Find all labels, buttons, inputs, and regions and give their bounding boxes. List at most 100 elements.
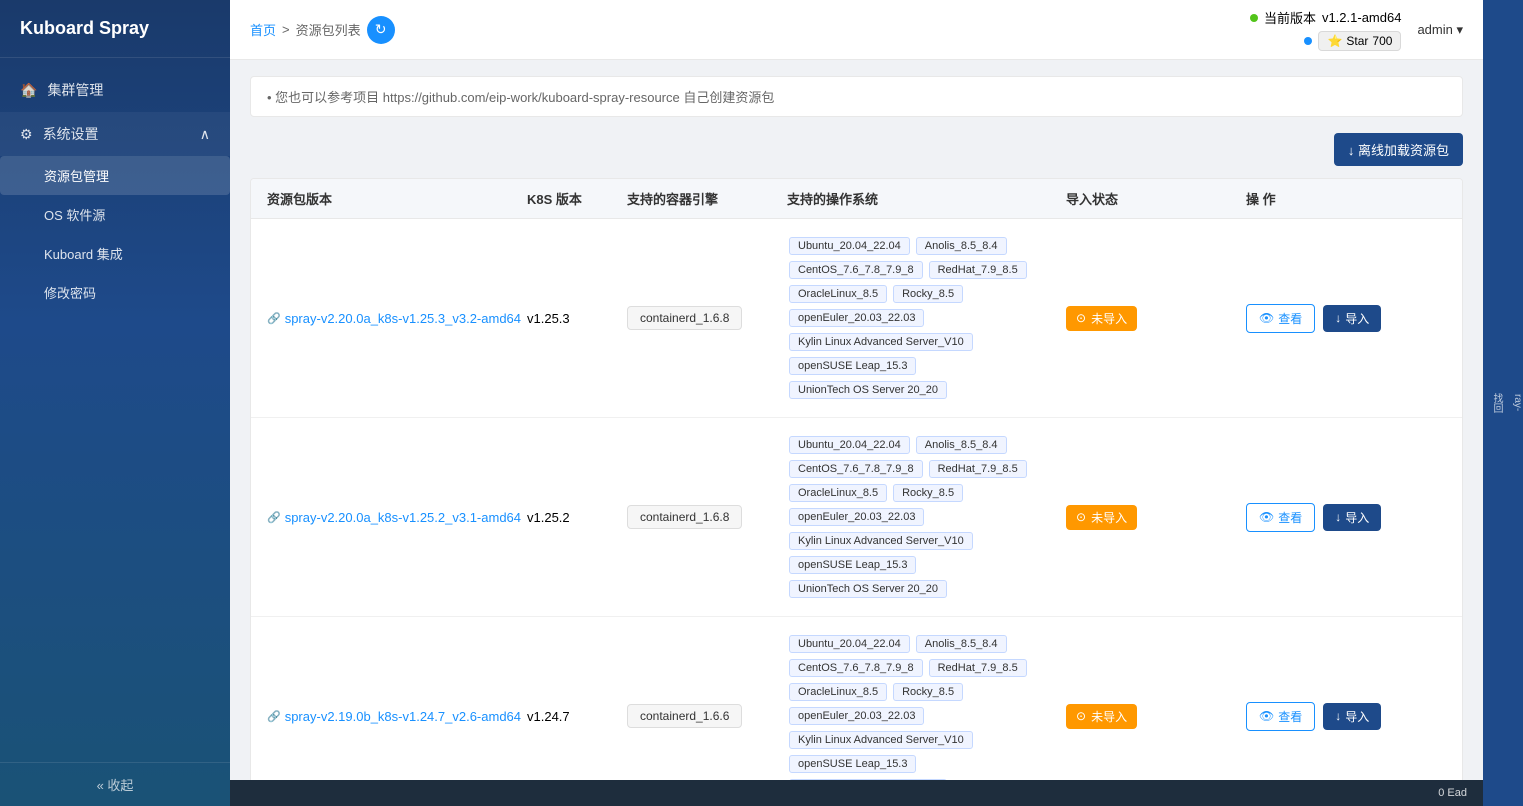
version-label: 当前版本 bbox=[1264, 8, 1316, 27]
sidebar-cluster-label: 集群管理 bbox=[47, 80, 103, 100]
breadcrumb-home[interactable]: 首页 bbox=[250, 20, 276, 39]
version-value: v1.2.1-amd64 bbox=[1322, 10, 1402, 25]
os-tag: openEuler_20.03_22.03 bbox=[789, 309, 924, 327]
notice-text: 您也可以参考项目 https://github.com/eip-work/kub… bbox=[275, 90, 774, 105]
os-tag: Rocky_8.5 bbox=[893, 683, 963, 701]
star-badge[interactable]: ⭐ Star 700 bbox=[1318, 31, 1401, 51]
star-label: Star bbox=[1346, 34, 1368, 48]
table-header: 资源包版本 K8S 版本 支持的容器引擎 支持的操作系统 导入状态 操 作 bbox=[251, 179, 1462, 219]
row3-version-link[interactable]: spray-v2.19.0b_k8s-v1.24.7_v2.6-amd64 bbox=[267, 709, 527, 724]
eye-icon: 👁 bbox=[1259, 510, 1274, 524]
view-button[interactable]: 👁 查看 bbox=[1246, 503, 1315, 532]
view-label: 查看 bbox=[1278, 708, 1302, 725]
admin-user-button[interactable]: admin ▾ bbox=[1417, 22, 1463, 38]
sidebar-nav: 🏠 集群管理 ⚙ 系统设置 ∧ 资源包管理 OS 软件源 Kuboard 集成 … bbox=[0, 58, 230, 762]
row3-container: containerd_1.6.6 bbox=[627, 704, 787, 728]
col-version: 资源包版本 bbox=[267, 189, 527, 208]
row3-version: spray-v2.19.0b_k8s-v1.24.7_v2.6-amd64 bbox=[267, 709, 527, 724]
import-button[interactable]: ↓ 导入 bbox=[1323, 703, 1381, 730]
offline-load-button[interactable]: ↓ 离线加载资源包 bbox=[1334, 133, 1463, 166]
table-row: spray-v2.20.0a_k8s-v1.25.2_v3.1-amd64 v1… bbox=[251, 418, 1462, 617]
eye-icon: 👁 bbox=[1259, 709, 1274, 723]
sidebar-password-label: 修改密码 bbox=[44, 283, 96, 302]
os-tag: Kylin Linux Advanced Server_V10 bbox=[789, 731, 973, 749]
sidebar-item-settings[interactable]: ⚙ 系统设置 ∧ bbox=[0, 112, 230, 156]
toolbar: ↓ 离线加载资源包 bbox=[250, 133, 1463, 166]
sidebar-item-os-source[interactable]: OS 软件源 bbox=[0, 195, 230, 234]
ead-count: 0 Ead bbox=[1438, 787, 1467, 799]
import-label: 导入 bbox=[1345, 708, 1369, 725]
bottom-bar: 0 Ead bbox=[230, 780, 1483, 806]
resource-table: 资源包版本 K8S 版本 支持的容器引擎 支持的操作系统 导入状态 操 作 sp… bbox=[250, 178, 1463, 780]
sidebar-os-label: OS 软件源 bbox=[44, 205, 105, 224]
col-os: 支持的操作系统 bbox=[787, 189, 1066, 208]
os-tag: Ubuntu_20.04_22.04 bbox=[789, 436, 910, 454]
import-button[interactable]: ↓ 导入 bbox=[1323, 504, 1381, 531]
os-tag: UnionTech OS Server 20_20 bbox=[789, 381, 947, 399]
os-tag: Kylin Linux Advanced Server_V10 bbox=[789, 532, 973, 550]
sidebar-settings-label: 系统设置 bbox=[43, 124, 99, 144]
view-button[interactable]: 👁 查看 bbox=[1246, 702, 1315, 731]
os-tag: RedHat_7.9_8.5 bbox=[929, 659, 1027, 677]
col-status: 导入状态 bbox=[1066, 189, 1246, 208]
status-badge-not-imported: ⊙ 未导入 bbox=[1066, 306, 1137, 331]
status-badge-not-imported: ⊙ 未导入 bbox=[1066, 704, 1137, 729]
version-info: 当前版本 v1.2.1-amd64 ⭐ Star 700 bbox=[1250, 8, 1402, 51]
os-tag: openSUSE Leap_15.3 bbox=[789, 556, 916, 574]
right-panel-text-1: ray- bbox=[1512, 394, 1523, 411]
os-tag: OracleLinux_8.5 bbox=[789, 285, 887, 303]
os-tag: openSUSE Leap_15.3 bbox=[789, 357, 916, 375]
os-tag: OracleLinux_8.5 bbox=[789, 484, 887, 502]
col-container: 支持的容器引擎 bbox=[627, 189, 787, 208]
topbar-right: 当前版本 v1.2.1-amd64 ⭐ Star 700 admin ▾ bbox=[1250, 8, 1463, 51]
status-text: 未导入 bbox=[1091, 708, 1127, 725]
os-tag: CentOS_7.6_7.8_7.9_8 bbox=[789, 659, 923, 677]
row2-version-link[interactable]: spray-v2.20.0a_k8s-v1.25.2_v3.1-amd64 bbox=[267, 510, 527, 525]
status-text: 未导入 bbox=[1091, 310, 1127, 327]
row2-container: containerd_1.6.8 bbox=[627, 505, 787, 529]
os-tag: Anolis_8.5_8.4 bbox=[916, 237, 1007, 255]
import-button[interactable]: ↓ 导入 bbox=[1323, 305, 1381, 332]
os-tag: Rocky_8.5 bbox=[893, 484, 963, 502]
spin-icon: ⊙ bbox=[1076, 709, 1086, 723]
row2-version: spray-v2.20.0a_k8s-v1.25.2_v3.1-amd64 bbox=[267, 510, 527, 525]
row1-container-tag: containerd_1.6.8 bbox=[627, 306, 742, 330]
os-tag: openSUSE Leap_15.3 bbox=[789, 755, 916, 773]
os-tag: Anolis_8.5_8.4 bbox=[916, 436, 1007, 454]
star-count: 700 bbox=[1372, 34, 1392, 48]
row1-status: ⊙ 未导入 bbox=[1066, 306, 1246, 331]
download-icon: ↓ bbox=[1335, 709, 1341, 723]
status-text: 未导入 bbox=[1091, 509, 1127, 526]
table-row: spray-v2.19.0b_k8s-v1.24.7_v2.6-amd64 v1… bbox=[251, 617, 1462, 780]
sidebar-item-cluster[interactable]: 🏠 集群管理 bbox=[0, 68, 230, 112]
version-dot bbox=[1250, 14, 1258, 22]
row2-status: ⊙ 未导入 bbox=[1066, 505, 1246, 530]
sidebar-resource-label: 资源包管理 bbox=[44, 166, 109, 185]
sidebar-collapse-button[interactable]: « 收起 bbox=[0, 762, 230, 806]
col-action: 操 作 bbox=[1246, 189, 1446, 208]
view-label: 查看 bbox=[1278, 310, 1302, 327]
version-row: 当前版本 v1.2.1-amd64 bbox=[1250, 8, 1402, 27]
spin-icon: ⊙ bbox=[1076, 311, 1086, 325]
row2-container-tag: containerd_1.6.8 bbox=[627, 505, 742, 529]
os-tag: CentOS_7.6_7.8_7.9_8 bbox=[789, 460, 923, 478]
os-tag: Anolis_8.5_8.4 bbox=[916, 635, 1007, 653]
sidebar-item-resource[interactable]: 资源包管理 bbox=[0, 156, 230, 195]
sidebar-item-kuboard[interactable]: Kuboard 集成 bbox=[0, 234, 230, 273]
view-button[interactable]: 👁 查看 bbox=[1246, 304, 1315, 333]
row1-version: spray-v2.20.0a_k8s-v1.25.3_v3.2-amd64 bbox=[267, 311, 527, 326]
os-tag: RedHat_7.9_8.5 bbox=[929, 460, 1027, 478]
os-tag: Ubuntu_20.04_22.04 bbox=[789, 635, 910, 653]
sidebar: Kuboard Spray 🏠 集群管理 ⚙ 系统设置 ∧ 资源包管理 OS 软… bbox=[0, 0, 230, 806]
right-panel: ray- 找回 示： 载过 SELin bbox=[1483, 0, 1523, 806]
row3-actions: 👁 查看 ↓ 导入 bbox=[1246, 702, 1446, 731]
right-panel-text-2: 找回 bbox=[1489, 393, 1504, 413]
sidebar-item-password[interactable]: 修改密码 bbox=[0, 273, 230, 312]
os-tag: Kylin Linux Advanced Server_V10 bbox=[789, 333, 973, 351]
notice-bar: • 您也可以参考项目 https://github.com/eip-work/k… bbox=[250, 76, 1463, 117]
row1-version-link[interactable]: spray-v2.20.0a_k8s-v1.25.3_v3.2-amd64 bbox=[267, 311, 527, 326]
row1-container: containerd_1.6.8 bbox=[627, 306, 787, 330]
os-tag: CentOS_7.6_7.8_7.9_8 bbox=[789, 261, 923, 279]
refresh-button[interactable]: ↻ bbox=[367, 16, 395, 44]
notice-bullet: • bbox=[267, 90, 275, 105]
